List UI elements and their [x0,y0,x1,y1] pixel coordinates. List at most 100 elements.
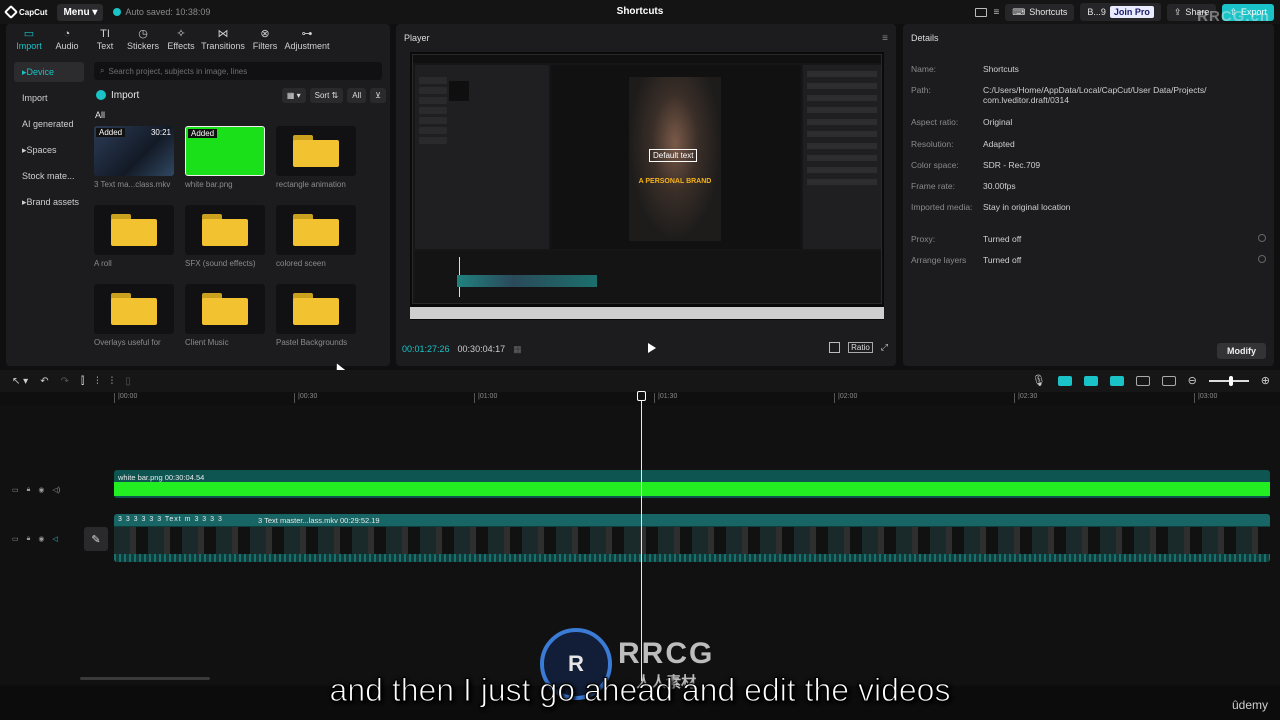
folder-item[interactable]: A roll [94,205,174,268]
media-item[interactable]: Added 30:21 3 Text ma...class.mkv [94,126,174,189]
timeline-ruler[interactable]: |00:00 |00:30 |01:00 |01:30 |02:00 |02:3… [114,393,1274,405]
tab-text[interactable]: TI Text [86,24,124,54]
folder-item[interactable]: Pastel Backgrounds [276,284,356,347]
player-viewport[interactable]: Default text A PERSONAL BRAND [410,52,884,320]
eye-icon[interactable]: ◉ [38,535,44,543]
transitions-icon: ⋈ [217,27,229,40]
image-thumbnail: Added [185,126,265,176]
play-icon[interactable] [648,343,656,353]
speaker-icon[interactable]: ◁) [52,486,60,494]
tab-stickers[interactable]: ◷ Stickers [124,24,162,54]
duration-label: 30:21 [150,128,171,137]
media-panel: ▭ Import ◔ Audio TI Text ◷ Stickers ✧ Effects… [6,24,390,375]
tab-label: Effects [167,40,195,51]
filter-icon[interactable]: ⊻ [370,87,386,103]
sidebar-item-ai-generated[interactable]: AI generated [14,114,84,134]
menu-button[interactable]: Menu ▾ [57,3,104,21]
fit-screen-icon[interactable] [829,342,841,353]
text-icon: TI [100,27,110,40]
caption-icon[interactable] [1161,375,1176,386]
redo-icon[interactable]: ↷ [61,376,69,387]
stickers-icon: ◷ [138,27,148,40]
link-icon[interactable] [1083,375,1098,386]
tab-label: Text [96,40,114,51]
section-heading: All [95,110,106,120]
split-right-icon[interactable]: ⫶ [111,376,114,387]
preview-axis-icon[interactable] [1109,375,1124,386]
player-scrubber[interactable] [410,307,884,319]
shortcuts-button[interactable]: ⌨ Shortcuts [1005,3,1075,21]
tab-import[interactable]: ▭ Import [10,24,48,54]
detail-key: Imported media: [911,202,973,213]
zoom-slider[interactable] [1208,375,1249,386]
detail-row: Aspect ratio: Original [911,117,1266,138]
user-label: B...9 [1087,7,1106,17]
layout-icon[interactable] [975,7,988,17]
media-sidebar: ▸ Device Import AI generated ▸ Spaces St… [14,62,84,218]
zoom-out-icon[interactable]: ⊖ [1188,374,1197,387]
clip-label: 3 Text master...lass.mkv 00:29:52.19 [258,516,380,525]
track-frame-icon[interactable]: ▭ [12,535,19,543]
nested-timeline-clip [457,275,597,287]
clip-waveform [114,554,1270,562]
tab-transitions[interactable]: ⋈ Transitions [200,24,246,54]
info-icon[interactable] [1258,255,1266,264]
ruler-tick: |00:30 [294,393,317,403]
magnet-icon[interactable] [1057,375,1072,386]
main-video-clip[interactable]: 3 3 3 3 3 3 Text m 3 3 3 3 3 Text master… [114,514,1270,562]
video-thumbnail: Added 30:21 [94,126,174,176]
zoom-in-icon[interactable]: ⊕ [1261,374,1270,387]
folder-item[interactable]: Client Music [185,284,265,347]
search-icon: ⌕ [100,66,105,75]
folder-item[interactable]: SFX (sound effects) [185,205,265,268]
detail-key: Color space: [911,159,959,170]
tab-audio[interactable]: ◔ Audio [48,24,86,54]
sidebar-item-stock[interactable]: Stock mate... [14,166,84,186]
info-icon[interactable] [1258,233,1266,242]
more-icon[interactable]: ≡ [993,7,999,18]
ratio-button[interactable]: Ratio [848,342,873,353]
align-icon[interactable] [1135,375,1150,386]
track-frame-icon[interactable]: ▭ [12,486,19,494]
select-tool-icon[interactable]: ↖ ▾ [12,376,28,387]
autosave-text: Auto saved: 10:38:09 [125,7,211,17]
detail-row: Name: Shortcuts [911,64,1266,85]
media-item[interactable]: Added white bar.png [185,126,265,189]
view-toggle-button[interactable]: ▦ ▾ [281,87,306,103]
undo-icon[interactable]: ↶ [40,376,48,387]
microphone-icon[interactable]: 🎙 [1032,374,1046,387]
speaker-icon[interactable]: ◁ [52,535,57,543]
folder-item[interactable]: colored sceen [276,205,356,268]
media-item-name: rectangle animation [276,180,346,189]
fullscreen-icon[interactable]: ⤢ [881,342,888,353]
sidebar-item-device[interactable]: ▸ Device [14,62,84,82]
tab-effects[interactable]: ✧ Effects [162,24,200,54]
media-tabs: ▭ Import ◔ Audio TI Text ◷ Stickers ✧ Effects… [6,24,390,54]
split-left-icon[interactable]: ⫶ [96,376,99,387]
sidebar-item-import[interactable]: Import [14,88,84,108]
sidebar-item-brand-assets[interactable]: ▸ Brand assets [14,192,84,212]
import-button[interactable]: Import [96,90,139,101]
sidebar-item-spaces[interactable]: ▸ Spaces [14,140,84,160]
tab-adjustment[interactable]: ⊶ Adjustment [284,24,330,54]
delete-icon[interactable]: ▯ [125,376,131,387]
timeline-grid-icon[interactable]: ▦ [513,344,522,355]
modify-button[interactable]: Modify [1217,343,1266,359]
search-input[interactable]: ⌕ Search project, subjects in image, lin… [94,62,382,80]
playhead-handle[interactable] [637,391,646,401]
tab-filters[interactable]: ⊗ Filters [246,24,284,54]
edit-cover-button[interactable]: ✎ [84,527,108,551]
player-menu-icon[interactable]: ≡ [882,33,888,44]
search-placeholder: Search project, subjects in image, lines [108,66,248,76]
pro-button[interactable]: B...9 Join Pro [1080,3,1161,21]
eye-icon[interactable]: ◉ [38,486,44,494]
all-filter-button[interactable]: All [347,87,367,103]
overlay-clip[interactable]: white bar.png 00:30:04.54 [114,470,1270,498]
folder-item[interactable]: Overlays useful for [94,284,174,347]
lock-icon[interactable]: 🔒︎ [27,535,31,543]
sort-button[interactable]: Sort ⇅ [309,87,344,103]
split-segments-label: 3 3 3 3 3 3 Text m 3 3 3 3 [118,516,223,523]
lock-icon[interactable]: 🔒︎ [27,486,31,494]
folder-item[interactable]: rectangle animation [276,126,356,189]
split-icon[interactable]: ⫿ [81,376,84,387]
